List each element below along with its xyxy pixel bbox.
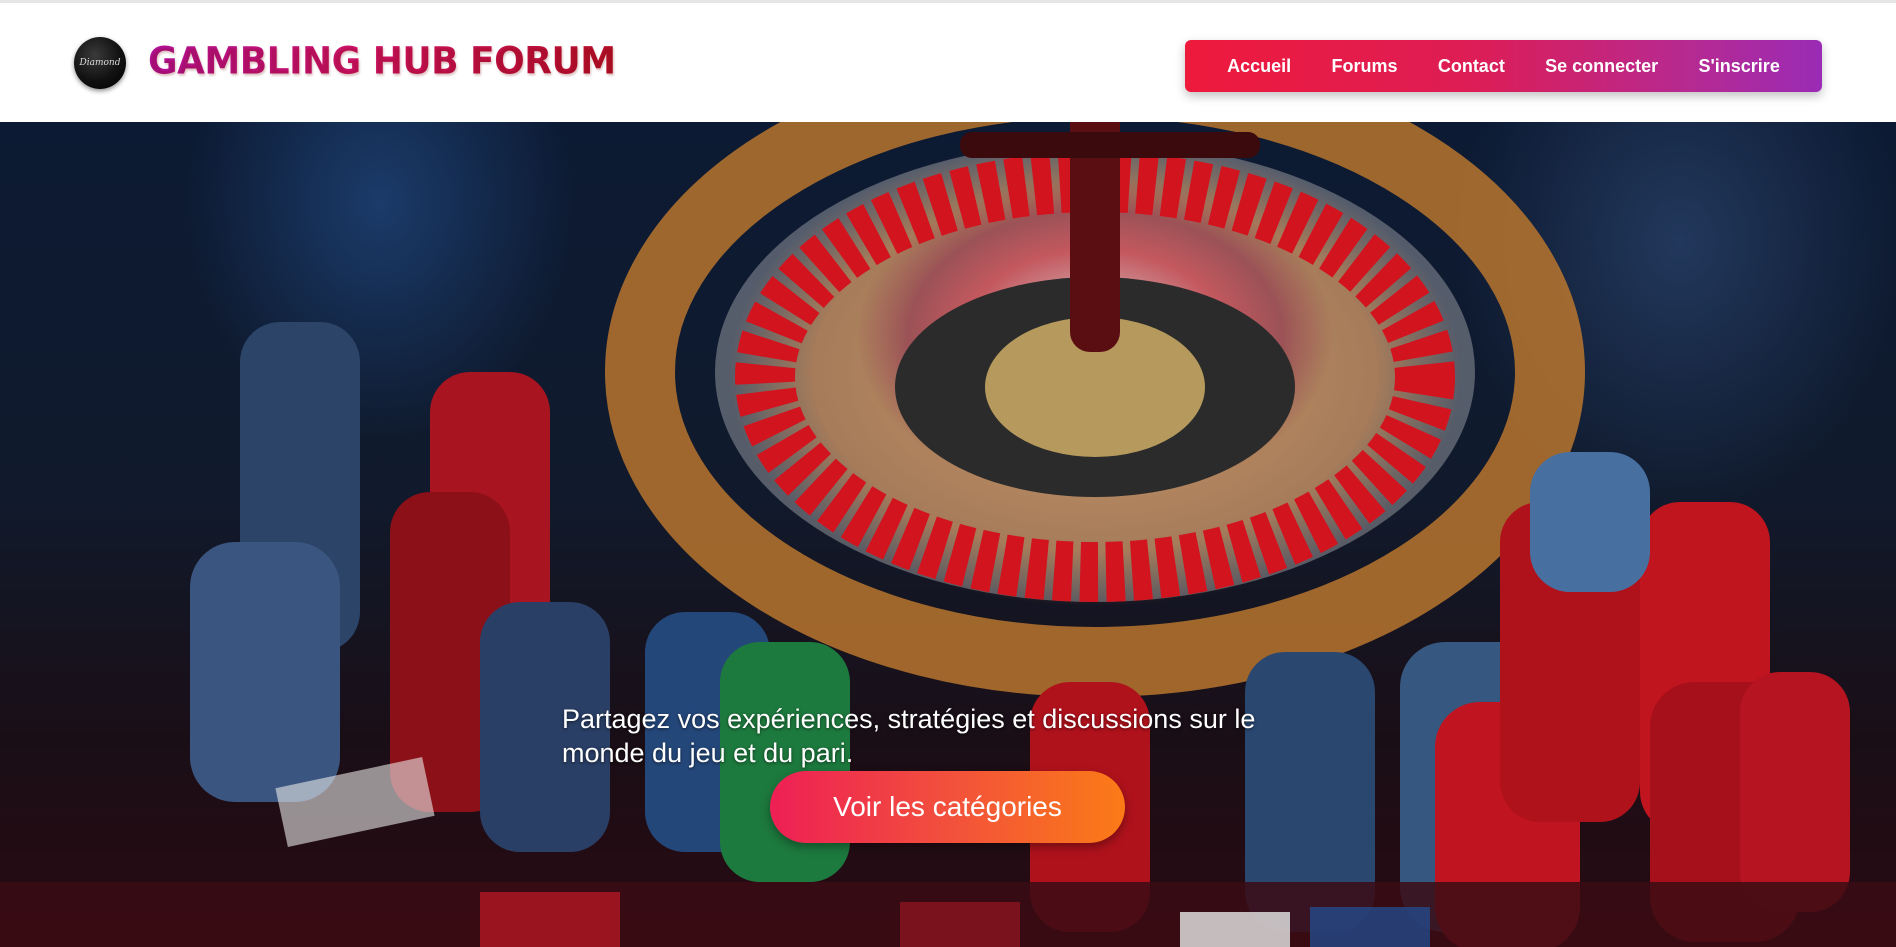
- nav-item-sinscrire[interactable]: S'inscrire: [1699, 56, 1780, 77]
- nav-item-contact[interactable]: Contact: [1438, 56, 1505, 77]
- main-nav: Accueil Forums Contact Se connecter S'in…: [1185, 40, 1822, 92]
- site-header: Diamond GAMBLING HUB FORUM Accueil Forum…: [0, 3, 1896, 122]
- nav-item-se-connecter[interactable]: Se connecter: [1545, 56, 1658, 77]
- roulette-wheel-illustration: [605, 122, 1585, 697]
- site-title[interactable]: GAMBLING HUB FORUM: [148, 40, 616, 83]
- logo[interactable]: Diamond: [74, 37, 126, 89]
- logo-text: Diamond: [79, 58, 121, 68]
- nav-item-forums[interactable]: Forums: [1332, 56, 1398, 77]
- logo-icon: Diamond: [74, 37, 126, 89]
- nav-item-accueil[interactable]: Accueil: [1227, 56, 1291, 77]
- hero-section: Partagez vos expériences, stratégies et …: [0, 122, 1896, 947]
- view-categories-button[interactable]: Voir les catégories: [770, 771, 1125, 843]
- hero-tagline: Partagez vos expériences, stratégies et …: [562, 704, 1256, 768]
